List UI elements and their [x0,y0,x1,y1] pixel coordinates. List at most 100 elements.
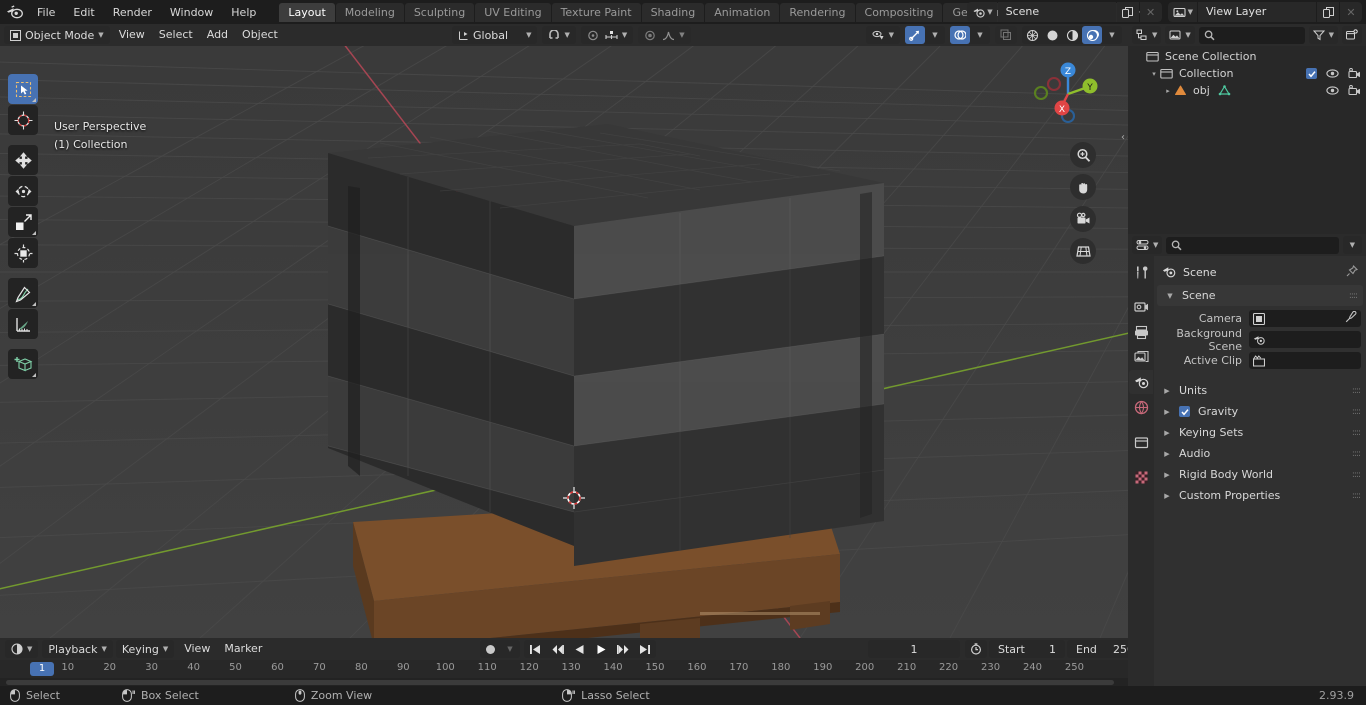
expand-icon[interactable]: ▶ [1161,492,1173,500]
jump-to-end-button[interactable] [634,640,656,658]
navigation-gizmo[interactable]: Z Y X [1032,58,1104,130]
snap-toggle[interactable]: ▼ [542,26,576,44]
object-visibility-selector[interactable]: ▼ [865,26,900,44]
outliner-row-collection[interactable]: ▾ Collection [1128,65,1366,82]
next-keyframe-button[interactable] [612,640,634,658]
measure-tool[interactable] [8,309,38,339]
overlay-options-chevron[interactable]: ▼ [970,26,990,44]
blender-logo-icon[interactable] [0,0,28,24]
viewport-menu-view[interactable]: View [112,26,152,44]
outliner-search-input[interactable] [1198,26,1305,44]
menu-render[interactable]: Render [104,3,161,22]
panel-header-keying-sets[interactable]: ▶ Keying Sets:::: [1154,422,1366,443]
timeline-horizontal-scrollbar[interactable] [6,680,1114,685]
play-reverse-button[interactable] [568,640,590,658]
properties-search-input[interactable] [1166,236,1339,254]
play-button[interactable] [590,640,612,658]
menu-edit[interactable]: Edit [64,3,103,22]
workspace-tab-texture-paint[interactable]: Texture Paint [551,2,641,22]
outliner-row-scene-collection[interactable]: Scene Collection [1128,48,1366,65]
timeline-menu-keying[interactable]: Keying ▼ [115,640,175,658]
view-layer-selector[interactable]: ▼ View Layer ✕ [1167,2,1362,22]
panel-header-custom-properties[interactable]: ▶ Custom Properties:::: [1154,485,1366,506]
rotate-tool[interactable] [8,176,38,206]
transform-orientation-selector[interactable]: Global ▼ [452,26,538,44]
expand-icon[interactable]: ▶ [1161,408,1173,416]
properties-editor-type-button[interactable]: ▼ [1132,236,1163,254]
camera-render-icon[interactable] [1348,85,1361,96]
collection-tab[interactable] [1129,430,1153,454]
expand-icon[interactable]: ▶ [1161,387,1173,395]
mode-selector[interactable]: Object Mode ▼ [4,26,110,44]
wireframe-shading[interactable] [1022,26,1042,44]
camera-render-icon[interactable] [1348,68,1361,79]
new-view-layer-button[interactable] [1317,2,1339,22]
auto-keying-options-chevron[interactable]: ▼ [500,640,520,658]
remove-view-layer-button[interactable]: ✕ [1340,2,1362,22]
tool-tab[interactable] [1129,260,1153,284]
expand-icon[interactable]: ▶ [1161,429,1173,437]
expand-icon[interactable]: ▶ [1161,450,1173,458]
scale-tool[interactable] [8,207,38,237]
mesh-data-icon[interactable] [1218,84,1231,97]
workspace-tab-modeling[interactable]: Modeling [335,2,404,22]
outliner-display-mode-button[interactable]: ▼ [1132,26,1162,44]
workspace-tab-rendering[interactable]: Rendering [780,2,855,22]
sidebar-expand-arrow[interactable]: ‹ [1118,124,1128,150]
previous-keyframe-button[interactable] [546,640,568,658]
annotate-tool[interactable] [8,278,38,308]
show-overlays-toggle[interactable] [950,26,970,44]
transform-tool[interactable] [8,238,38,268]
proportional-falloff-selector[interactable]: ▼ [638,26,691,44]
view-layer-icon[interactable]: ▼ [1167,2,1197,22]
toggle-perspective-button[interactable] [1070,238,1096,264]
world-tab[interactable] [1129,395,1153,419]
panel-header-scene[interactable]: ▼ Scene :::: [1157,285,1363,306]
eyedropper-icon[interactable] [1345,310,1357,326]
view-layer-tab[interactable] [1129,345,1153,369]
background-scene-field[interactable] [1249,331,1361,348]
new-scene-button[interactable] [1116,2,1139,22]
timeline-track-area[interactable] [0,678,1128,686]
timeline-menu-marker[interactable]: Marker [217,640,269,658]
pan-view-button[interactable] [1070,174,1096,200]
zoom-view-button[interactable] [1070,142,1096,168]
scene-selector[interactable]: ▼ Scene ✕ [967,2,1162,22]
camera-view-button[interactable] [1070,206,1096,232]
proportional-editing-toggle[interactable]: ▼ [580,26,634,44]
gizmo-options-chevron[interactable]: ▼ [925,26,945,44]
workspace-tab-compositing[interactable]: Compositing [855,2,943,22]
workspace-tab-sculpting[interactable]: Sculpting [404,2,475,22]
scene-tab[interactable] [1129,370,1153,394]
camera-field[interactable] [1249,310,1361,327]
expand-collapse-icon[interactable]: ▾ [1148,70,1160,78]
workspace-tab-layout[interactable]: Layout [279,2,335,22]
workspace-tab-shading[interactable]: Shading [641,2,705,22]
outliner-row-obj[interactable]: ▸ obj [1128,82,1366,99]
eye-visibility-icon[interactable] [1326,85,1339,96]
viewport-menu-object[interactable]: Object [235,26,285,44]
unlink-scene-button[interactable]: ✕ [1139,2,1162,22]
workspace-tab-animation[interactable]: Animation [705,2,780,22]
timeline-menu-view[interactable]: View [177,640,217,658]
timeline-editor-type-button[interactable]: ▼ [5,640,39,658]
menu-file[interactable]: File [28,3,64,22]
tweak-select-box-tool[interactable] [8,74,38,104]
outliner-filter-button[interactable]: ▼ [1308,26,1338,44]
menu-help[interactable]: Help [222,3,265,22]
timeline-ruler[interactable]: 1 10 20 30 40 50 60 70 80 90 100 110 120 130 140 150 16… [0,660,1128,678]
xray-toggle[interactable] [995,26,1017,44]
solid-shading[interactable] [1042,26,1062,44]
active-clip-field[interactable] [1249,352,1361,369]
shading-options-chevron[interactable]: ▼ [1102,26,1122,44]
collection-enable-checkbox[interactable] [1306,68,1317,79]
cursor-tool[interactable] [8,105,38,135]
panel-header-audio[interactable]: ▶ Audio:::: [1154,443,1366,464]
scene-icon[interactable]: ▼ [967,2,997,22]
3d-viewport[interactable]: User Perspective (1) Collection Z Y X ‹ [0,46,1128,638]
move-tool[interactable] [8,145,38,175]
timeline-menu-playback[interactable]: Playback ▼ [42,640,113,658]
material-preview-shading[interactable] [1062,26,1082,44]
show-gizmo-toggle[interactable] [905,26,925,44]
viewport-menu-select[interactable]: Select [152,26,200,44]
